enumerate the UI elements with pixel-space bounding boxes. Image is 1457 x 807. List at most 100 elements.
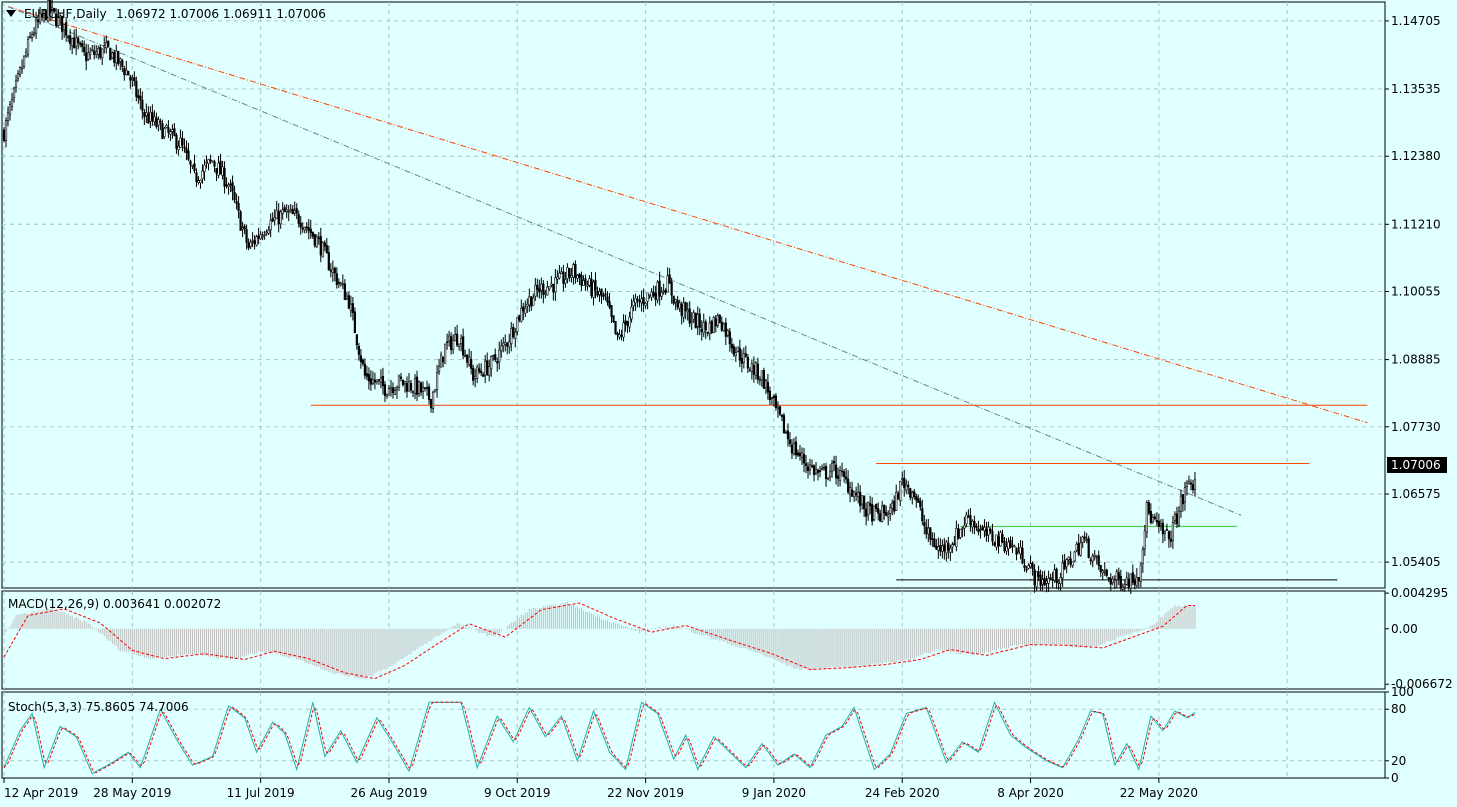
candle-body: [251, 240, 254, 243]
candle-body: [466, 354, 469, 363]
candle-body: [1103, 570, 1106, 573]
chart-window: 1.14705 1.13535 1.12380 1.11210 1.10055 1.088…: [0, 0, 1457, 807]
candle-body: [604, 293, 607, 296]
candle-body: [133, 77, 136, 82]
candle-body: [704, 321, 707, 331]
candle-body: [131, 78, 134, 81]
candle-body: [1079, 542, 1082, 556]
macd-tick-label: 0.00: [1391, 622, 1418, 636]
stoch-tick-label: 20: [1391, 754, 1406, 768]
candle-body: [456, 333, 459, 346]
candle-body: [806, 466, 810, 472]
candle-body: [606, 296, 609, 303]
candle-body: [658, 280, 661, 297]
candle-body: [1009, 539, 1012, 548]
candle-body: [826, 477, 830, 480]
candle-body: [796, 452, 800, 456]
candle-body: [1155, 519, 1158, 523]
candle-body: [730, 344, 733, 349]
candle-body: [303, 227, 306, 231]
candle-body: [419, 382, 423, 393]
time-tick-label: 26 Aug 2019: [351, 786, 428, 800]
candle-body: [724, 322, 727, 337]
candle-body: [788, 439, 792, 444]
candle-body: [869, 503, 872, 507]
candle-body: [490, 356, 493, 370]
candle-body: [329, 269, 332, 272]
candle-body: [756, 363, 759, 380]
candle-body: [325, 245, 328, 254]
candle-body: [578, 273, 581, 278]
candle-body: [1169, 538, 1173, 542]
candle-body: [1053, 569, 1056, 581]
candle-body: [792, 443, 796, 455]
candle-body: [488, 366, 491, 376]
candle-body: [1089, 559, 1092, 562]
candle-body: [474, 376, 477, 379]
candle-body: [259, 234, 262, 240]
candle-body: [437, 366, 441, 372]
candle-body: [508, 341, 511, 348]
candle-body: [592, 281, 595, 298]
candle-body: [556, 276, 559, 280]
candle-body: [71, 38, 74, 47]
candle-body: [748, 369, 751, 372]
candle-body: [907, 484, 910, 488]
candle-body: [331, 268, 334, 273]
candle-body: [542, 283, 545, 295]
candle-body: [580, 275, 583, 286]
candle-body: [871, 504, 874, 522]
candle-body: [480, 370, 483, 374]
candle-body: [1125, 577, 1128, 585]
candle-body: [109, 47, 112, 61]
candle-body: [1129, 573, 1132, 589]
candle-body: [393, 390, 397, 395]
candle-body: [173, 128, 176, 136]
candle-body: [1177, 510, 1181, 526]
candle-body: [947, 542, 950, 551]
candle-body: [891, 502, 894, 509]
candle-body: [520, 307, 523, 322]
candle-body: [387, 388, 391, 396]
candle-body: [427, 386, 431, 400]
candle-body: [594, 279, 597, 291]
candle-body: [851, 489, 854, 497]
candle-body: [299, 222, 302, 228]
candle-body: [197, 180, 200, 183]
candle-body: [12, 87, 16, 99]
price-tick-label: 1.07730: [1391, 420, 1441, 434]
candle-body: [628, 316, 631, 328]
candle-body: [939, 544, 942, 552]
candle-body: [1013, 545, 1016, 548]
price-tick-label: 1.13535: [1391, 82, 1441, 96]
candle-body: [538, 288, 541, 293]
candle-body: [540, 283, 543, 291]
candle-body: [34, 19, 38, 34]
candle-body: [301, 227, 304, 230]
candle-body: [698, 313, 701, 328]
candle-body: [842, 471, 846, 477]
candle-body: [369, 378, 373, 385]
candle-body: [1075, 543, 1078, 551]
candle-body: [951, 544, 954, 548]
candle-body: [492, 355, 495, 357]
candle-body: [1151, 517, 1154, 523]
candle-body: [321, 242, 324, 258]
candle-body: [734, 352, 737, 357]
candle-body: [736, 346, 739, 352]
candle-body: [644, 302, 647, 306]
time-tick-label: 24 Feb 2020: [865, 786, 940, 800]
candle-body: [883, 505, 886, 514]
candle-body: [99, 47, 102, 58]
candle-body: [917, 498, 920, 503]
time-tick-label: 22 May 2020: [1120, 786, 1198, 800]
candle-body: [847, 478, 850, 493]
candle-body: [873, 505, 876, 521]
candle-body: [694, 312, 697, 329]
candle-body: [309, 228, 312, 233]
candle-body: [674, 299, 677, 303]
candle-body: [1193, 479, 1197, 490]
candle-body: [913, 491, 916, 497]
candle-body: [802, 454, 806, 464]
candle-body: [129, 76, 132, 81]
